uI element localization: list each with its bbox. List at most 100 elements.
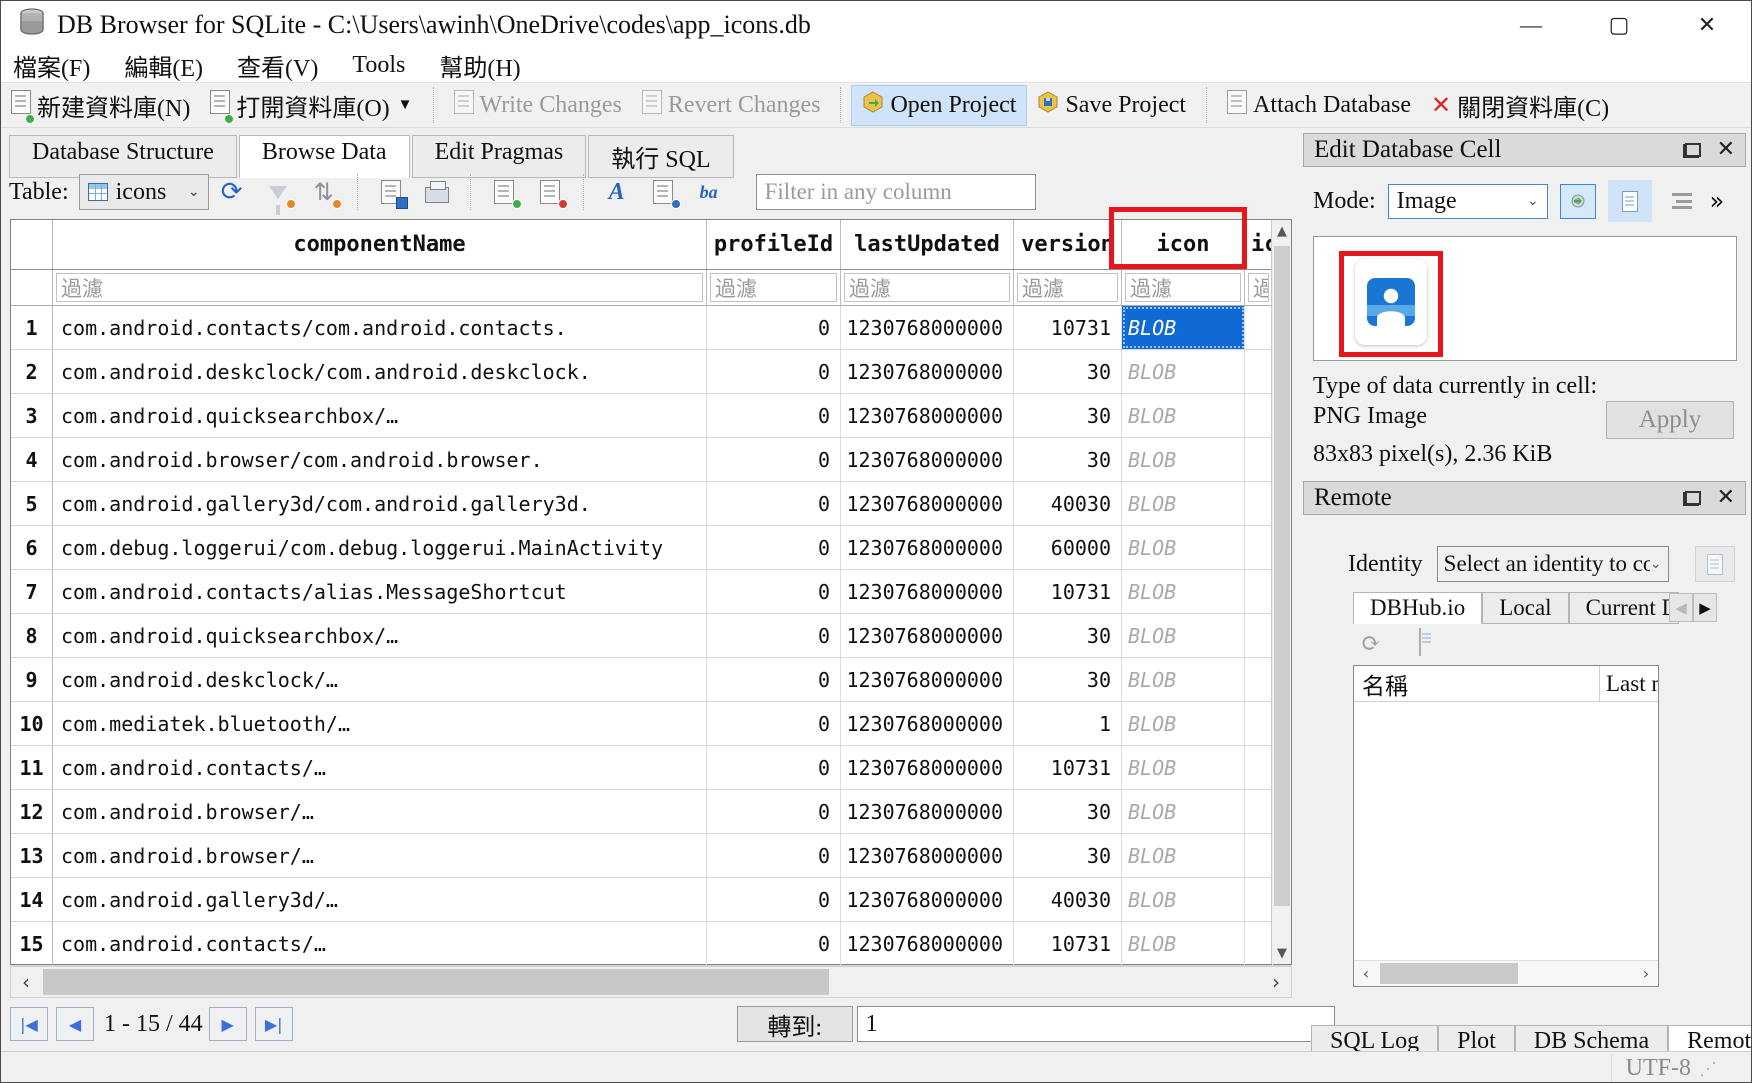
profileid-cell[interactable]: 0 (707, 438, 841, 481)
filter-input[interactable]: 過濾 (841, 270, 1014, 305)
save-project-button[interactable]: Save Project (1027, 86, 1196, 125)
version-cell[interactable]: 10731 (1014, 922, 1122, 965)
row-number-cell[interactable]: 11 (11, 746, 53, 789)
filter-input[interactable]: 過濾 (707, 270, 841, 305)
open-database-button[interactable]: 打開資料庫(O)▼ (200, 83, 422, 128)
first-page-button[interactable]: |◀ (10, 1007, 48, 1041)
apply-button[interactable]: Apply (1606, 401, 1734, 439)
version-cell[interactable]: 10731 (1014, 306, 1122, 349)
partial-cell[interactable] (1245, 746, 1273, 789)
version-cell[interactable]: 10731 (1014, 746, 1122, 789)
scrollbar-thumb[interactable] (43, 969, 829, 995)
version-cell[interactable]: 30 (1014, 834, 1122, 877)
version-cell[interactable]: 60000 (1014, 526, 1122, 569)
icon-blob-cell[interactable]: BLOB (1122, 570, 1245, 613)
row-number-header[interactable] (11, 220, 53, 269)
profileid-cell[interactable]: 0 (707, 834, 841, 877)
componentname-cell[interactable]: com.android.quicksearchbox/… (53, 394, 707, 437)
text-view-button[interactable] (1608, 180, 1652, 222)
componentname-cell[interactable]: com.debug.loggerui/com.debug.loggerui.Ma… (53, 526, 707, 569)
filter-input[interactable]: 過濾 (1122, 270, 1245, 305)
lastupdated-cell[interactable]: 1230768000000 (841, 438, 1014, 481)
find-in-cells-button[interactable] (649, 178, 677, 206)
version-cell[interactable]: 30 (1014, 790, 1122, 833)
name-column-header[interactable]: 名稱 (1354, 666, 1600, 701)
profileid-cell[interactable]: 0 (707, 526, 841, 569)
row-number-cell[interactable]: 9 (11, 658, 53, 701)
row-number-cell[interactable]: 1 (11, 306, 53, 349)
componentname-cell[interactable]: com.android.quicksearchbox/… (53, 614, 707, 657)
lastupdated-cell[interactable]: 1230768000000 (841, 526, 1014, 569)
lastupdated-cell[interactable]: 1230768000000 (841, 922, 1014, 965)
lastupdated-cell[interactable]: 1230768000000 (841, 790, 1014, 833)
lastupdated-cell[interactable]: 1230768000000 (841, 702, 1014, 745)
partial-cell[interactable] (1245, 614, 1273, 657)
partial-cell[interactable] (1245, 350, 1273, 393)
row-number-cell[interactable]: 10 (11, 702, 53, 745)
grid-vertical-scrollbar[interactable]: ▲▼ (1271, 220, 1291, 964)
icon-blob-cell[interactable]: BLOB (1122, 482, 1245, 525)
scroll-left-icon[interactable]: ‹ (1354, 961, 1378, 985)
version-cell[interactable]: 30 (1014, 438, 1122, 481)
componentname-cell[interactable]: com.android.gallery3d/com.android.galler… (53, 482, 707, 525)
icon-blob-cell[interactable]: BLOB (1122, 438, 1245, 481)
icon-blob-cell[interactable]: BLOB (1122, 614, 1245, 657)
import-data-button[interactable] (1560, 184, 1596, 219)
version-cell[interactable]: 30 (1014, 350, 1122, 393)
attach-database-button[interactable]: Attach Database (1217, 85, 1421, 126)
tab-dbhub[interactable]: DBHub.io (1353, 592, 1482, 624)
row-number-cell[interactable]: 5 (11, 482, 53, 525)
menu-item[interactable]: Tools (352, 52, 405, 79)
profileid-cell[interactable]: 0 (707, 746, 841, 789)
partial-cell[interactable] (1245, 658, 1273, 701)
lastupdated-cell[interactable]: 1230768000000 (841, 570, 1014, 613)
profileid-cell[interactable]: 0 (707, 790, 841, 833)
maximize-button[interactable]: ▢ (1575, 1, 1663, 49)
import-certificate-button[interactable] (1695, 546, 1735, 582)
lastupdated-cell[interactable]: 1230768000000 (841, 306, 1014, 349)
partial-cell[interactable] (1245, 306, 1273, 349)
menu-item[interactable]: 編輯(E) (124, 48, 203, 83)
lastupdated-cell[interactable]: 1230768000000 (841, 482, 1014, 525)
menu-item[interactable]: 查看(V) (237, 48, 318, 83)
column-header[interactable]: ic (1245, 220, 1273, 269)
scroll-right-icon[interactable]: › (1261, 967, 1291, 997)
remote-refresh-icon[interactable]: ⟳ (1361, 629, 1381, 658)
row-number-cell[interactable]: 8 (11, 614, 53, 657)
save-results-button[interactable] (377, 178, 405, 206)
word-wrap-icon[interactable] (1672, 193, 1692, 209)
profileid-cell[interactable]: 0 (707, 394, 841, 437)
profileid-cell[interactable]: 0 (707, 306, 841, 349)
version-cell[interactable]: 40030 (1014, 878, 1122, 921)
lastupdated-cell[interactable]: 1230768000000 (841, 878, 1014, 921)
filter-input[interactable]: 過濾 (53, 270, 707, 305)
icon-blob-cell[interactable]: BLOB (1122, 790, 1245, 833)
icon-blob-cell[interactable]: BLOB (1122, 526, 1245, 569)
filter-input[interactable]: 過濾 (1245, 270, 1273, 305)
close-database-button[interactable]: ✕ 關閉資料庫(C) (1421, 83, 1619, 128)
tab-scroll-right-icon[interactable]: ▶ (1693, 593, 1717, 622)
column-header[interactable]: componentName (53, 220, 707, 269)
icon-blob-cell[interactable]: BLOB (1122, 702, 1245, 745)
filter-input[interactable]: 過濾 (1014, 270, 1122, 305)
componentname-cell[interactable]: com.android.browser/… (53, 790, 707, 833)
componentname-cell[interactable]: com.android.browser/com.android.browser. (53, 438, 707, 481)
scroll-right-icon[interactable]: › (1634, 961, 1658, 985)
row-number-cell[interactable]: 6 (11, 526, 53, 569)
partial-cell[interactable] (1245, 878, 1273, 921)
profileid-cell[interactable]: 0 (707, 658, 841, 701)
partial-cell[interactable] (1245, 570, 1273, 613)
partial-cell[interactable] (1245, 394, 1273, 437)
tab-scroll-left-icon[interactable]: ◀ (1669, 593, 1693, 622)
open-project-button[interactable]: Open Project (851, 85, 1027, 126)
version-cell[interactable]: 40030 (1014, 482, 1122, 525)
lastupdated-cell[interactable]: 1230768000000 (841, 394, 1014, 437)
row-number-cell[interactable]: 13 (11, 834, 53, 877)
remote-clone-icon[interactable] (1419, 629, 1421, 658)
componentname-cell[interactable]: com.mediatek.bluetooth/… (53, 702, 707, 745)
row-number-cell[interactable]: 14 (11, 878, 53, 921)
last-page-button[interactable]: ▶| (255, 1007, 293, 1041)
row-number-cell[interactable]: 3 (11, 394, 53, 437)
row-number-cell[interactable]: 4 (11, 438, 53, 481)
close-dock-icon[interactable]: ✕ (1717, 139, 1735, 161)
